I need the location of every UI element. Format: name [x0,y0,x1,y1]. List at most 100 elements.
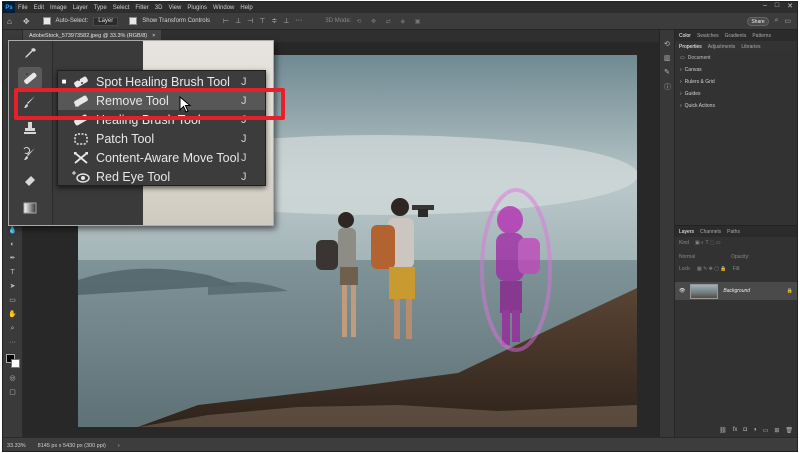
new-layer-icon[interactable]: ⊞ [774,427,779,434]
auto-select-checkbox[interactable] [42,17,51,25]
home-icon[interactable]: ⌂ [7,17,12,26]
section-canvas[interactable]: › Canvas [675,64,797,76]
move-tool-icon[interactable]: ✥ [23,17,30,26]
flyout-label-patch: Patch Tool [96,131,155,146]
menu-window[interactable]: Window [210,5,237,11]
history-icon[interactable]: ⟲ [664,40,670,48]
tab-layers[interactable]: Layers [679,229,694,235]
tab-channels[interactable]: Channels [700,229,721,235]
tool-path-select-icon[interactable]: ➤ [7,282,18,291]
tool-pen-icon[interactable]: ✒ [7,254,18,263]
tab-swatches[interactable]: Swatches [697,33,719,39]
tab-patterns[interactable]: Patterns [752,33,771,39]
close-tab-icon[interactable]: × [152,33,155,39]
tool-dodge-icon[interactable]: ◐ [7,240,18,249]
align-middle-icon[interactable]: ≑ [271,17,277,25]
menu-select[interactable]: Select [110,5,133,11]
align-left-icon[interactable]: ⊢ [223,17,229,25]
more-options-icon[interactable]: ··· [295,17,302,25]
adjustment-layer-icon[interactable]: ◑ [753,427,757,434]
menu-file[interactable]: File [15,5,31,11]
workspace-icon[interactable]: ▭ [784,17,791,25]
tab-properties[interactable]: Properties [679,44,702,50]
delete-layer-icon[interactable]: 🗑 [785,427,793,434]
transform-controls-checkbox[interactable] [129,17,138,25]
lock-icons: ▦ ✎ ✥ ▢ 🔒 [696,266,727,272]
shortcut-key: J [241,75,247,88]
comments-icon[interactable]: ✎ [664,68,670,76]
libraries-icon[interactable]: ▥ [664,54,671,62]
section-canvas-label: Canvas [684,67,702,73]
menu-type[interactable]: Type [91,5,110,11]
flyout-label-content-aware-move: Content-Aware Move Tool [96,150,240,165]
tool-zoom-icon[interactable]: ⌕ [7,324,18,333]
zoomed-callout: ■ Spot Healing Brush Tool J Remove Tool … [8,40,274,226]
tab-libraries[interactable]: Libraries [741,44,760,50]
flyout-item-red-eye[interactable]: Red Eye Tool J [58,167,265,186]
filter-kind-dropdown[interactable]: Kind [679,240,689,246]
tab-paths[interactable]: Paths [727,229,740,235]
flyout-item-content-aware-move[interactable]: Content-Aware Move Tool J [58,148,265,167]
tab-color[interactable]: Color [679,33,691,39]
zoom-level[interactable]: 33.33% [7,443,26,449]
chevron-right-icon: › [680,79,682,85]
visibility-eye-icon[interactable]: 👁 [679,288,685,294]
layer-row-background[interactable]: 👁 Background 🔒 [675,282,797,300]
tool-hand-icon[interactable]: ✋ [7,310,18,319]
document-icon: ▭ [680,55,685,61]
search-icon[interactable]: ⌕ [774,17,778,25]
menu-3d[interactable]: 3D [152,5,166,11]
document-size[interactable]: 8145 px x 5430 px (300 ppi) [38,443,106,449]
minimize-icon[interactable]: – [763,2,767,10]
tab-gradients[interactable]: Gradients [725,33,747,39]
tool-more-icon[interactable]: ··· [7,338,18,347]
fill-label: Fill: [732,266,741,272]
gradient-tool[interactable] [18,197,42,219]
fx-icon[interactable]: fx [733,427,738,434]
link-layers-icon[interactable]: ⛓ [719,427,727,434]
quick-mask-icon[interactable]: ◎ [7,374,18,383]
tool-type-icon[interactable]: T [7,268,18,277]
info-icon[interactable]: ⓘ [664,82,671,92]
gradient-icon [23,202,37,214]
spot-healing-icon [24,72,37,84]
status-arrow-icon[interactable]: › [118,443,120,449]
document-row: ▭ Document [675,52,797,64]
flyout-item-patch[interactable]: Patch Tool J [58,129,265,148]
add-mask-icon[interactable]: ◘ [743,427,747,434]
red-eye-icon [70,169,92,185]
auto-select-dropdown[interactable]: Layer [93,16,119,26]
eyedropper-tool[interactable] [18,43,42,65]
menu-edit[interactable]: Edit [31,5,47,11]
screen-mode-icon[interactable]: ▢ [7,388,18,397]
menu-image[interactable]: Image [47,5,70,11]
section-rulers-grid[interactable]: › Rulers & Grid [675,76,797,88]
tab-adjustments[interactable]: Adjustments [708,44,736,50]
close-window-icon[interactable]: ✕ [787,2,793,10]
section-guides-label: Guides [684,91,701,97]
align-bottom-icon[interactable]: ⊥ [283,17,289,25]
align-center-icon[interactable]: ⊥ [235,17,241,25]
healing-tool-group[interactable] [18,67,42,89]
color-swatches[interactable] [6,354,20,368]
new-group-icon[interactable]: ▭ [763,427,769,434]
align-right-icon[interactable]: ⊣ [247,17,253,25]
menu-filter[interactable]: Filter [132,5,151,11]
menu-plugins[interactable]: Plugins [184,5,210,11]
eraser-tool[interactable] [18,169,42,191]
tool-shape-icon[interactable]: ▭ [7,296,18,305]
menu-view[interactable]: View [165,5,184,11]
document-tab-title: AdobeStock_573973582.jpeg @ 33.3% (RGB/8… [29,33,148,39]
share-button[interactable]: Share [747,17,769,26]
tool-blur-icon[interactable]: 💧 [7,226,18,235]
history-brush-tool[interactable] [18,143,42,165]
align-top-icon[interactable]: ⊤ [259,17,265,25]
section-rulers-label: Rulers & Grid [684,79,715,85]
blend-mode-dropdown[interactable]: Normal [679,254,695,260]
menu-help[interactable]: Help [237,5,255,11]
menu-layer[interactable]: Layer [70,5,91,11]
maximize-icon[interactable]: □ [775,2,779,10]
stamp-tool[interactable] [18,117,42,139]
section-quick-actions[interactable]: › Quick Actions [675,100,797,112]
section-guides[interactable]: › Guides [675,88,797,100]
